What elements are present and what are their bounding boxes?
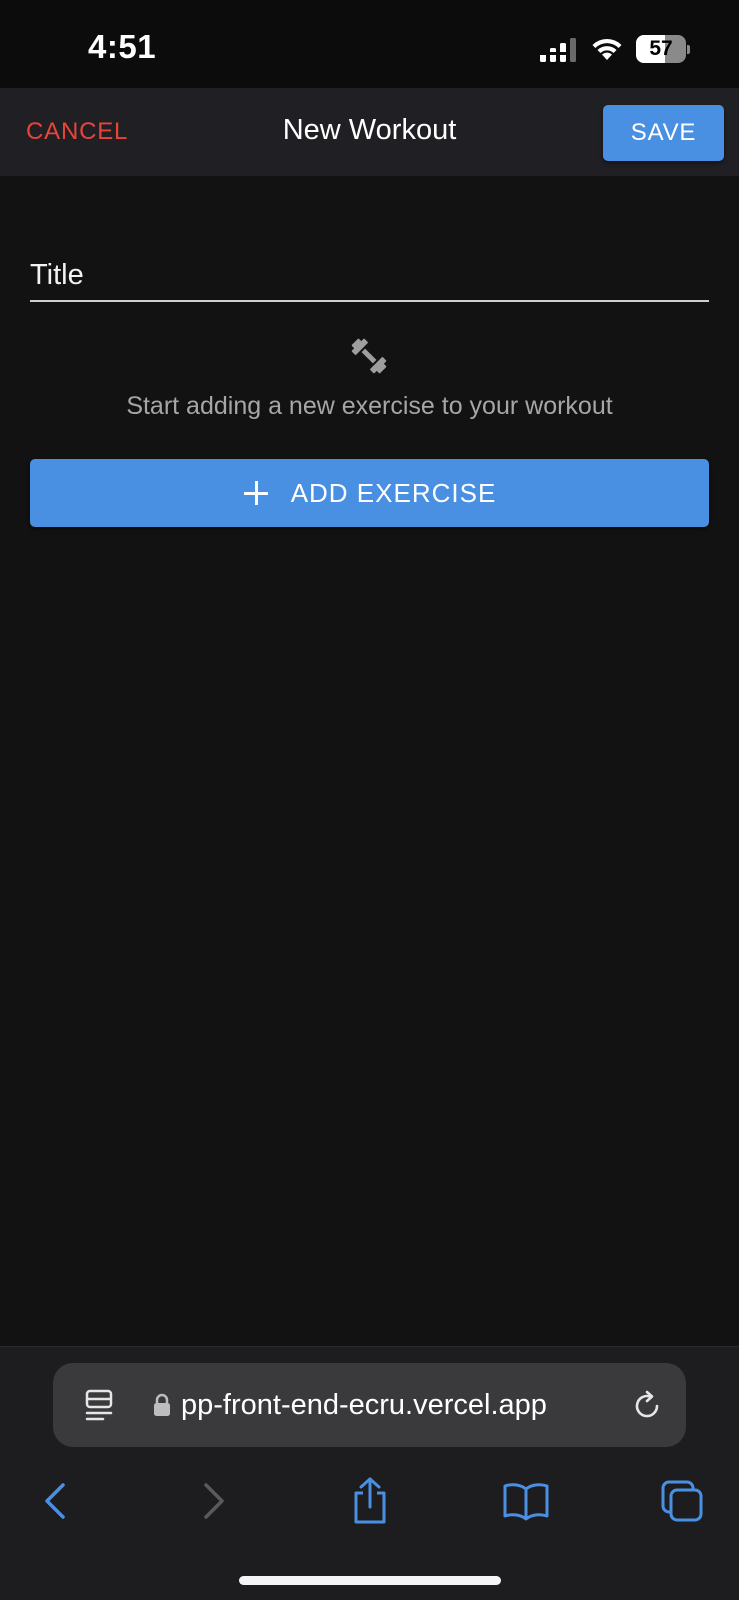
browser-bottom-bar: pp-front-end-ecru.vercel.app — [0, 1346, 739, 1600]
cancel-button[interactable]: CANCEL — [18, 108, 136, 156]
tabs-icon — [661, 1480, 703, 1522]
home-indicator — [239, 1576, 501, 1585]
dumbbell-icon — [351, 338, 387, 374]
browser-toolbar — [0, 1471, 739, 1531]
address-bar[interactable]: pp-front-end-ecru.vercel.app — [53, 1363, 686, 1447]
forward-button[interactable] — [184, 1471, 244, 1531]
cellular-signal-icon — [540, 38, 576, 62]
app-bar: CANCEL New Workout SAVE — [0, 88, 739, 176]
battery-percent: 57 — [649, 37, 673, 60]
plus-icon — [243, 480, 269, 506]
status-bar: 4:51 57 — [0, 0, 739, 88]
url-text: pp-front-end-ecru.vercel.app — [181, 1389, 547, 1421]
share-button[interactable] — [340, 1471, 400, 1531]
battery-icon: 57 — [636, 35, 690, 63]
lock-icon — [154, 1393, 170, 1416]
tabs-button[interactable] — [652, 1471, 712, 1531]
title-input[interactable] — [30, 240, 709, 300]
reload-icon[interactable] — [631, 1389, 663, 1421]
empty-state-text: Start adding a new exercise to your work… — [126, 392, 613, 420]
save-button[interactable]: SAVE — [603, 105, 724, 161]
add-exercise-button[interactable]: ADD EXERCISE — [30, 459, 709, 527]
wifi-icon — [592, 38, 622, 60]
share-icon — [354, 1477, 386, 1524]
title-field — [30, 240, 709, 302]
bookmarks-icon — [503, 1483, 549, 1521]
status-time: 4:51 — [88, 28, 157, 65]
back-icon — [45, 1483, 65, 1519]
add-exercise-label: ADD EXERCISE — [290, 477, 497, 508]
back-button[interactable] — [25, 1471, 85, 1531]
forward-icon — [204, 1483, 224, 1519]
reader-mode-icon[interactable] — [85, 1389, 115, 1421]
bookmarks-button[interactable] — [496, 1471, 556, 1531]
